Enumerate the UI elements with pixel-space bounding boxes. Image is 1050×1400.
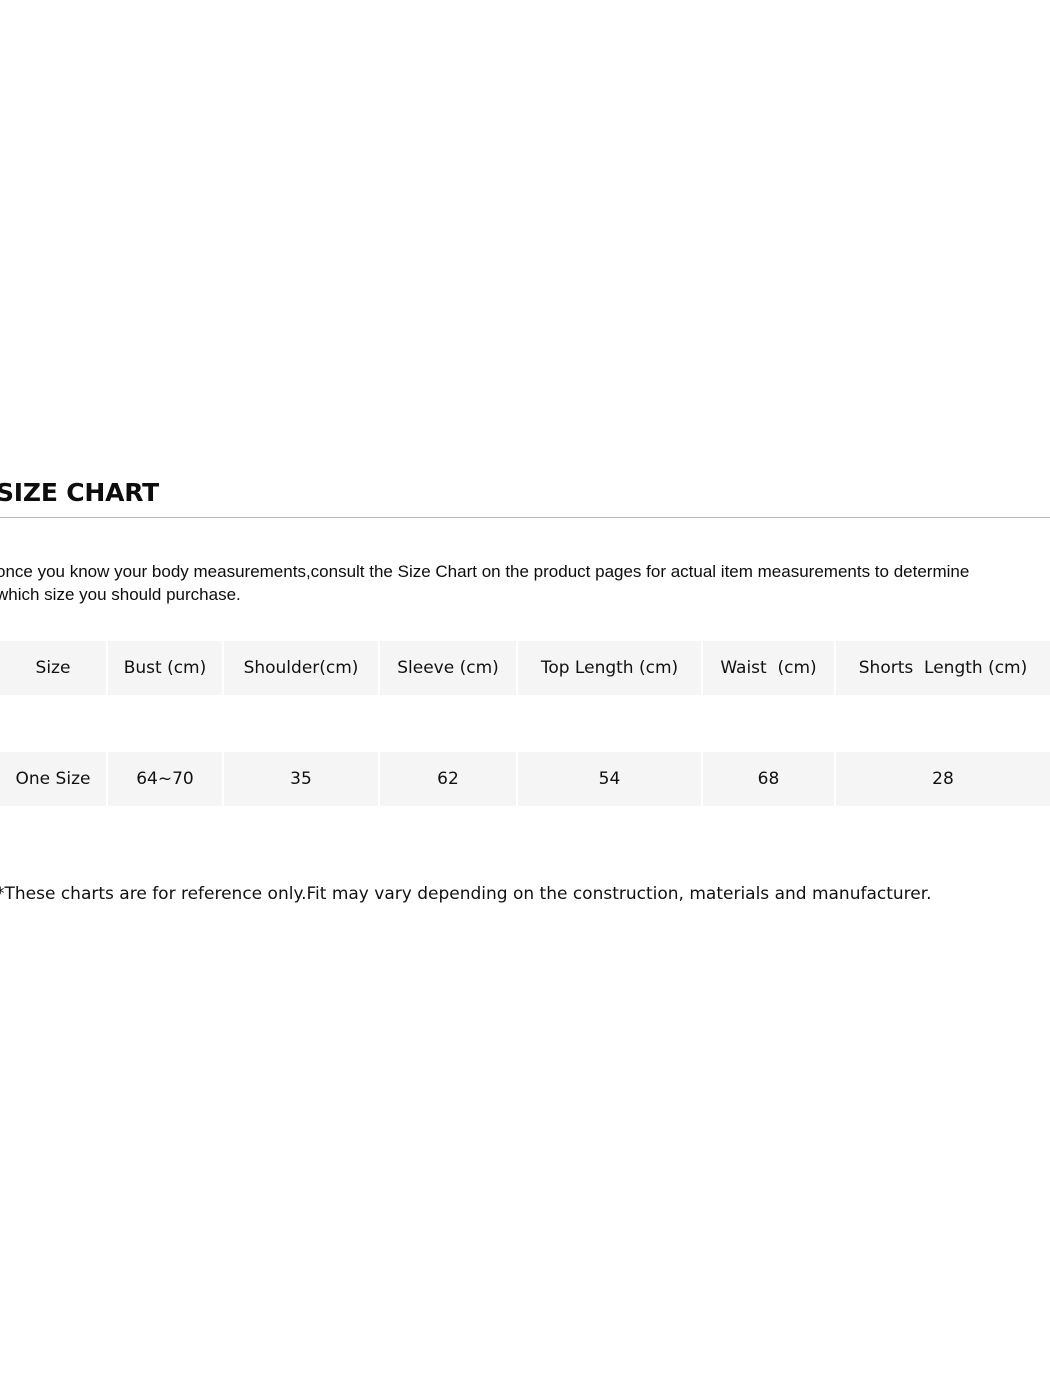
cell-size: One Size — [0, 752, 108, 806]
cell-waist: 68 — [703, 752, 836, 806]
spacer-cell — [518, 695, 703, 752]
page-title: SIZE CHART — [0, 478, 160, 507]
cell-shorts-length: 28 — [836, 752, 1050, 806]
table-header-row: Size Bust (cm) Shoulder(cm) Sleeve (cm) … — [0, 641, 1050, 695]
cell-shoulder: 35 — [224, 752, 380, 806]
spacer-cell — [380, 695, 518, 752]
column-header-shorts-length: Shorts Length (cm) — [836, 641, 1050, 695]
table-spacer-row — [0, 695, 1050, 752]
size-chart-page: SIZE CHART once you know your body measu… — [0, 0, 1050, 1400]
column-header-shoulder: Shoulder(cm) — [224, 641, 380, 695]
intro-paragraph: once you know your body measurements,con… — [0, 562, 970, 604]
column-header-bust: Bust (cm) — [108, 641, 224, 695]
column-header-sleeve: Sleeve (cm) — [380, 641, 518, 695]
spacer-cell — [0, 695, 108, 752]
spacer-cell — [836, 695, 1050, 752]
spacer-cell — [108, 695, 224, 752]
column-header-size: Size — [0, 641, 108, 695]
size-chart-table: Size Bust (cm) Shoulder(cm) Sleeve (cm) … — [0, 641, 1050, 806]
cell-bust: 64~70 — [108, 752, 224, 806]
spacer-cell — [703, 695, 836, 752]
column-header-waist: Waist (cm) — [703, 641, 836, 695]
title-divider — [0, 517, 1050, 518]
cell-top-length: 54 — [518, 752, 703, 806]
cell-sleeve: 62 — [380, 752, 518, 806]
column-header-top-length: Top Length (cm) — [518, 641, 703, 695]
table-row: One Size 64~70 35 62 54 68 28 — [0, 752, 1050, 806]
footnote-text: *These charts are for reference only.Fit… — [0, 884, 932, 904]
page-title-block: SIZE CHART — [0, 478, 1050, 508]
spacer-cell — [224, 695, 380, 752]
